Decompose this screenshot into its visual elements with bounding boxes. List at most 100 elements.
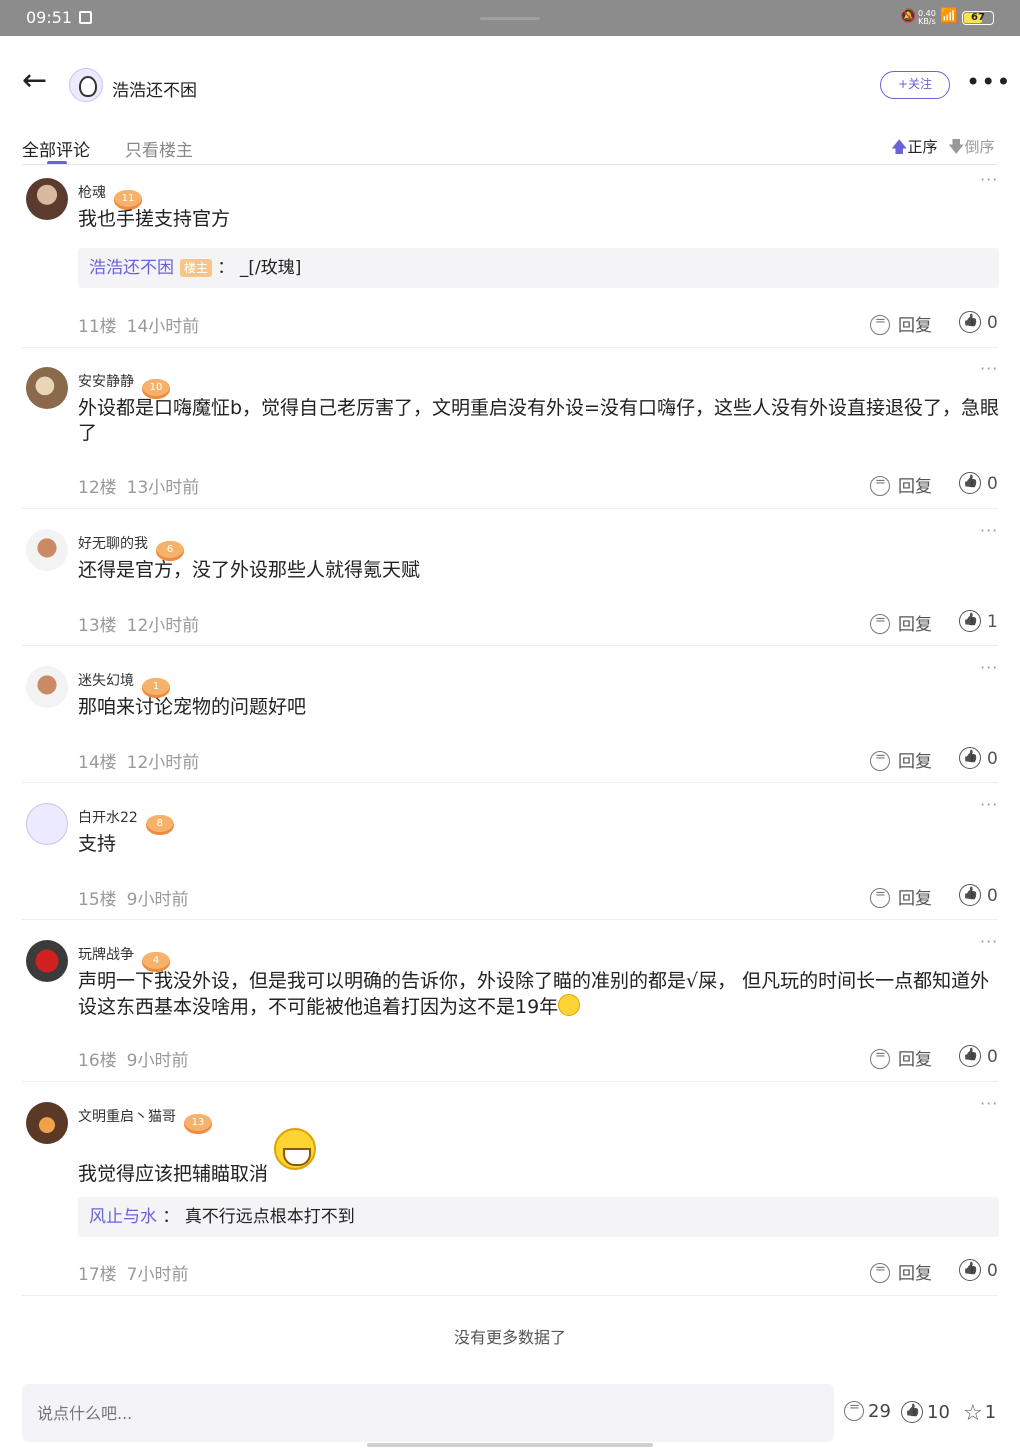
like-button[interactable]: 0 — [959, 311, 998, 333]
reply-button[interactable]: 回复 — [870, 1259, 932, 1284]
avatar[interactable] — [26, 1102, 68, 1144]
tab-all-comments[interactable]: 全部评论 — [22, 136, 90, 161]
quote-author[interactable]: 浩浩还不困 — [89, 258, 174, 278]
thread-author-name[interactable]: 浩浩还不困 — [112, 76, 197, 101]
floor-number: 13楼 — [78, 616, 117, 636]
floor-number: 16楼 — [78, 1051, 117, 1071]
reply-button[interactable]: 回复 — [870, 472, 932, 497]
comment-author[interactable]: 白开水22 8 — [78, 807, 174, 835]
comment-meta: 11楼 14小时前 — [78, 312, 209, 337]
quote-author[interactable]: 风止与水 — [89, 1207, 157, 1227]
notch-indicator — [480, 17, 540, 20]
quoted-reply[interactable]: 风止与水 ： 真不行远点根本打不到 — [78, 1197, 999, 1237]
comment-count-button[interactable]: 29 — [844, 1400, 891, 1422]
quote-separator: ： — [217, 258, 235, 278]
more-icon[interactable]: ··· — [980, 170, 998, 189]
comment-item: 枪魂 11 ··· 我也手搓支持官方 浩浩还不困 楼主 ： _[/玫瑰] 11楼 14… — [0, 166, 1020, 348]
comment-tabs: 全部评论 只看楼主 🡅正序 🡇倒序 — [0, 126, 1020, 166]
more-icon[interactable]: ··· — [980, 359, 998, 378]
comment-meta: 13楼 12小时前 — [78, 611, 209, 636]
battery-icon: 67 — [962, 11, 994, 25]
reply-button[interactable]: 回复 — [870, 1045, 932, 1070]
like-icon — [959, 884, 981, 906]
wifi-icon: 📶 — [940, 8, 958, 24]
more-icon[interactable]: ··· — [980, 795, 998, 814]
reply-button[interactable]: 回复 — [870, 884, 932, 909]
back-arrow-icon[interactable]: ← — [22, 66, 47, 96]
sort-asc-button[interactable]: 🡅正序 — [891, 136, 937, 163]
avatar[interactable] — [26, 666, 68, 708]
like-icon — [959, 1045, 981, 1067]
avatar[interactable] — [26, 940, 68, 982]
sort-desc-button[interactable]: 🡇倒序 — [948, 136, 994, 163]
reply-icon — [844, 1400, 864, 1421]
comment-text: 声明一下我没外设，但是我可以明确的告诉你，外设除了瞄的准别的都是√屎， 但凡玩的… — [78, 970, 990, 1018]
like-button[interactable]: 0 — [959, 747, 998, 769]
like-icon — [959, 610, 981, 632]
divider — [22, 508, 998, 509]
avatar[interactable] — [26, 529, 68, 571]
comment-time: 13小时前 — [126, 478, 200, 498]
like-button[interactable]: 0 — [959, 1045, 998, 1067]
grin-emoji-icon — [274, 1128, 317, 1170]
more-icon[interactable]: ••• — [966, 68, 1011, 96]
comment-text: 我也手搓支持官方 — [78, 208, 231, 230]
sort-down-icon: 🡇 — [948, 137, 965, 156]
more-icon[interactable]: ··· — [980, 932, 998, 951]
comment-author[interactable]: 枪魂 11 — [78, 182, 142, 210]
comment-author[interactable]: 迷失幻境 1 — [78, 670, 170, 698]
avatar[interactable] — [69, 68, 103, 102]
quote-text: 真不行远点根本打不到 — [184, 1207, 355, 1227]
avatar[interactable] — [26, 367, 68, 409]
comment-text: 还得是官方，没了外设那些人就得氪天赋 — [78, 559, 421, 581]
tab-owner-only[interactable]: 只看楼主 — [125, 136, 193, 161]
comment-time: 12小时前 — [126, 753, 200, 773]
comment-meta: 15楼 9小时前 — [78, 885, 198, 910]
favorite-button[interactable]: ☆ 1 — [963, 1401, 996, 1426]
comment-text: 我觉得应该把辅瞄取消 — [78, 1128, 1000, 1187]
like-button[interactable]: 1 — [959, 610, 998, 632]
comment-item: 文明重启丶猫哥 13 ··· 我觉得应该把辅瞄取消 风止与水 ： 真不行远点根本打… — [0, 1090, 1020, 1295]
floor-number: 17楼 — [78, 1265, 117, 1285]
comment-time: 14小时前 — [126, 317, 200, 337]
comment-text: 那咱来讨论宠物的问题好吧 — [78, 696, 307, 718]
reply-button[interactable]: 回复 — [870, 747, 932, 772]
comment-meta: 16楼 9小时前 — [78, 1046, 198, 1071]
floor-number: 15楼 — [78, 890, 117, 910]
avatar[interactable] — [26, 803, 68, 845]
like-button[interactable]: 0 — [959, 884, 998, 906]
more-icon[interactable]: ··· — [980, 521, 998, 540]
divider — [22, 645, 998, 646]
comment-time: 12小时前 — [126, 616, 200, 636]
status-bar: 09:51 🔕 0.40 KB/s 📶 67 — [0, 0, 1020, 36]
comment-author[interactable]: 好无聊的我 6 — [78, 533, 184, 561]
reply-button[interactable]: 回复 — [870, 610, 932, 635]
quote-text: _[/玫瑰] — [239, 258, 302, 278]
divider — [22, 782, 998, 783]
comment-item: 白开水228 ··· 支持 15楼 9小时前 回复 0 — [0, 791, 1020, 919]
bottom-bar: 29 10 ☆1 — [0, 1384, 1020, 1451]
reply-button[interactable]: 回复 — [870, 311, 932, 336]
comment-item: 安安静静 10 ··· 外设都是口嗨魔怔b，觉得自己老厉害了，文明重启没有外设=没… — [0, 355, 1020, 508]
owner-tag: 楼主 — [180, 259, 213, 277]
home-indicator[interactable] — [367, 1443, 653, 1447]
divider — [22, 919, 998, 920]
more-icon[interactable]: ··· — [980, 658, 998, 677]
like-button[interactable]: 0 — [959, 1259, 998, 1281]
thread-header: ← 浩浩还不困 +关注 ••• — [0, 36, 1020, 126]
follow-button[interactable]: +关注 — [880, 71, 950, 99]
quoted-reply[interactable]: 浩浩还不困 楼主 ： _[/玫瑰] — [78, 248, 999, 288]
comment-time: 9小时前 — [126, 890, 189, 910]
like-count-button[interactable]: 10 — [901, 1401, 950, 1423]
reply-icon — [870, 750, 890, 771]
comment-text: 支持 — [78, 833, 117, 855]
comment-author[interactable]: 安安静静 10 — [78, 371, 170, 399]
reply-icon — [870, 1262, 890, 1283]
avatar[interactable] — [26, 178, 68, 220]
sort-up-icon: 🡅 — [891, 137, 908, 156]
comment-author[interactable]: 玩牌战争 4 — [78, 944, 170, 972]
comment-input[interactable] — [22, 1384, 834, 1442]
like-button[interactable]: 0 — [959, 472, 998, 494]
mute-icon: 🔕 — [900, 9, 917, 24]
more-icon[interactable]: ··· — [980, 1094, 998, 1113]
